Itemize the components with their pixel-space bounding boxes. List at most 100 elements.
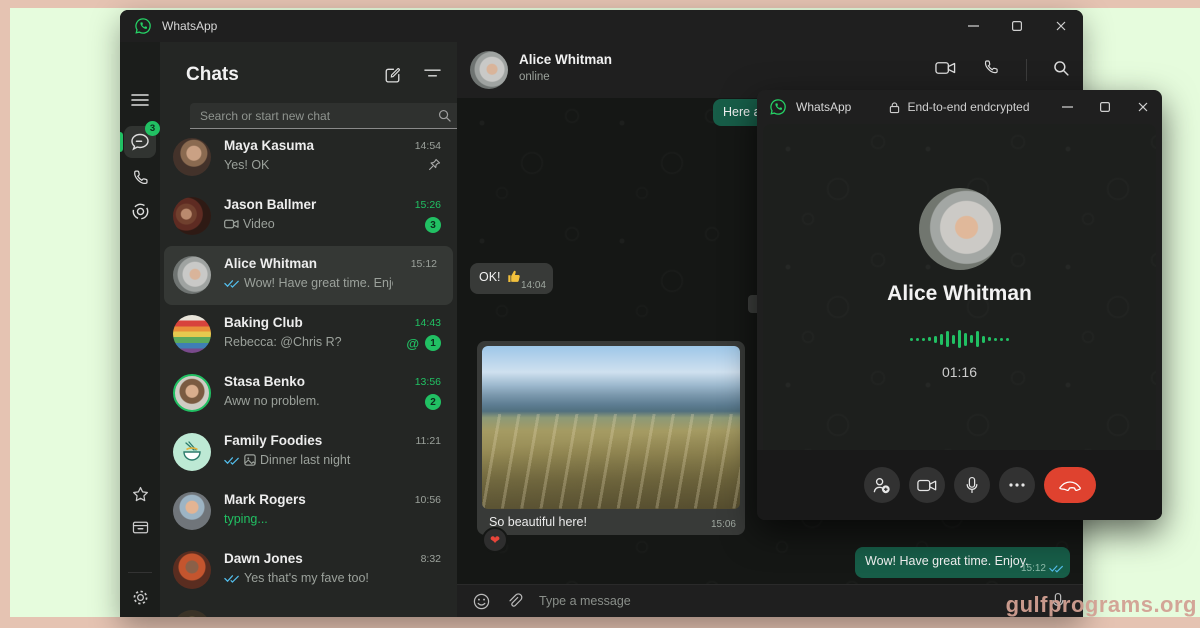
avatar (173, 138, 211, 176)
unread-count-badge: 3 (145, 121, 160, 136)
chat-list-item-alice-whitman[interactable]: Alice Whitman 15:12 Wow! Have great time… (164, 246, 453, 305)
filter-chats-button[interactable] (424, 66, 441, 90)
paperclip-icon (506, 593, 523, 610)
calls-tab[interactable] (124, 162, 156, 194)
minimize-button[interactable] (951, 10, 995, 42)
end-call-button[interactable] (1044, 467, 1096, 503)
message-incoming-ok: OK! 14:04 (470, 263, 553, 294)
pin-icon (428, 158, 441, 171)
voice-call-button[interactable] (982, 59, 1000, 82)
avatar (173, 492, 211, 530)
attach-button[interactable] (506, 593, 523, 610)
video-attachment-icon (224, 219, 239, 229)
scroll-to-bottom-button[interactable] (748, 295, 757, 313)
chat-list-item-baking-club[interactable]: Baking Club 14:43 Rebecca: @Chris R? @ 1 (160, 305, 457, 364)
chat-preview: Yes that's my fave too! (244, 571, 369, 585)
avatar (173, 256, 211, 294)
chats-tab[interactable]: 3 (124, 126, 156, 158)
status-tab[interactable] (124, 195, 156, 227)
app-title: WhatsApp (796, 100, 851, 114)
compose-icon (383, 66, 402, 85)
end-call-icon (1058, 480, 1082, 491)
chat-list-item-stasa-benko[interactable]: Stasa Benko 13:56 Aww no problem. 2 (160, 364, 457, 423)
chat-list-title: Chats (186, 64, 239, 86)
chat-time: 14:43 (415, 317, 441, 329)
menu-button[interactable] (124, 84, 156, 116)
video-camera-icon (935, 61, 956, 75)
chat-preview: Wow! Have great time. Enjoy. (244, 276, 393, 290)
minimize-button[interactable] (1048, 90, 1086, 124)
chat-list-item-jason-ballmer[interactable]: Jason Ballmer 15:26 Video 3 (160, 187, 457, 246)
read-receipt-icon (1049, 564, 1064, 573)
typing-indicator: typing... (224, 512, 268, 526)
chat-list-item-mark-rogers[interactable]: Mark Rogers 10:56 typing... (160, 482, 457, 541)
video-call-button[interactable] (935, 61, 956, 80)
read-receipt-icon (224, 279, 240, 288)
chat-list-item-maya-kasuma[interactable]: Maya Kasuma 14:54 Yes! OK (160, 128, 457, 187)
heart-reaction[interactable]: ❤ (482, 527, 508, 553)
chat-time: 15:26 (415, 199, 441, 211)
chat-time: 15:12 (411, 258, 437, 270)
photo-caption: So beautiful here! (489, 515, 587, 529)
photo-mountain-landscape[interactable] (482, 346, 740, 509)
chat-preview: Aww no problem. (224, 394, 320, 408)
chat-preview: Yes! OK (224, 158, 269, 172)
chat-preview: Video (243, 217, 275, 231)
call-body: Alice Whitman 01:16 (763, 124, 1156, 450)
search-box[interactable] (190, 103, 461, 129)
new-chat-button[interactable] (383, 66, 402, 90)
chat-name: Stasa Benko (224, 374, 305, 389)
chat-list: Maya Kasuma 14:54 Yes! OK Jason Ballm (160, 128, 457, 617)
settings-button[interactable] (124, 581, 156, 613)
person-plus-icon (871, 476, 892, 495)
message-input[interactable] (539, 594, 1035, 608)
chat-name: Mark Rogers (224, 492, 306, 507)
avatar (173, 433, 211, 471)
emoji-button[interactable] (473, 593, 490, 610)
chat-name: Jason Ballmer (224, 197, 316, 212)
message-time: 15:12 (1021, 563, 1046, 574)
search-in-chat-button[interactable] (1053, 60, 1069, 81)
more-options-button[interactable] (999, 467, 1035, 503)
chat-time: 13:56 (415, 376, 441, 388)
phone-icon (982, 59, 1000, 77)
desktop-background: WhatsApp 3 (0, 0, 1200, 628)
mute-button[interactable] (954, 467, 990, 503)
status-ring-icon (131, 202, 150, 221)
app-title: WhatsApp (162, 19, 217, 33)
presence-status: online (519, 71, 550, 83)
ellipsis-icon (1009, 483, 1025, 487)
whatsapp-call-window: End-to-end endcrypted WhatsApp Alice Whi… (757, 90, 1162, 520)
message-photo: So beautiful here! 15:06 (477, 341, 745, 535)
camera-toggle-button[interactable] (909, 467, 945, 503)
chat-name: Dawn Jones (224, 551, 303, 566)
chat-list-item-family-foodies[interactable]: Family Foodies 11:21 Dinner last (160, 423, 457, 482)
avatar (173, 551, 211, 589)
chat-name: Alice Whitman (224, 256, 317, 271)
search-input[interactable] (190, 109, 438, 123)
starred-messages-button[interactable] (124, 478, 156, 510)
close-button[interactable] (1039, 10, 1083, 42)
archived-chats-button[interactable] (124, 511, 156, 543)
call-titlebar: WhatsApp (757, 90, 1162, 124)
read-receipt-icon (224, 456, 240, 465)
add-participant-button[interactable] (864, 467, 900, 503)
microphone-icon (965, 476, 979, 494)
search-icon (438, 109, 451, 122)
maximize-button[interactable] (995, 10, 1039, 42)
chat-time: 11:21 (416, 435, 442, 447)
avatar (173, 197, 211, 235)
unread-badge: 3 (425, 217, 441, 233)
chat-list-item-dawn-jones[interactable]: Dawn Jones 8:32 Yes that's my fave too! (160, 541, 457, 600)
chat-bubble-icon (130, 132, 150, 152)
active-tab-indicator (120, 132, 123, 152)
star-icon (131, 485, 150, 504)
close-button[interactable] (1124, 90, 1162, 124)
avatar (173, 610, 211, 617)
chat-list-item-partial[interactable] (160, 600, 457, 617)
chat-time: 8:32 (421, 553, 441, 565)
maximize-button[interactable] (1086, 90, 1124, 124)
contact-avatar[interactable] (470, 51, 508, 89)
avatar (173, 315, 211, 353)
video-camera-icon (917, 479, 937, 492)
